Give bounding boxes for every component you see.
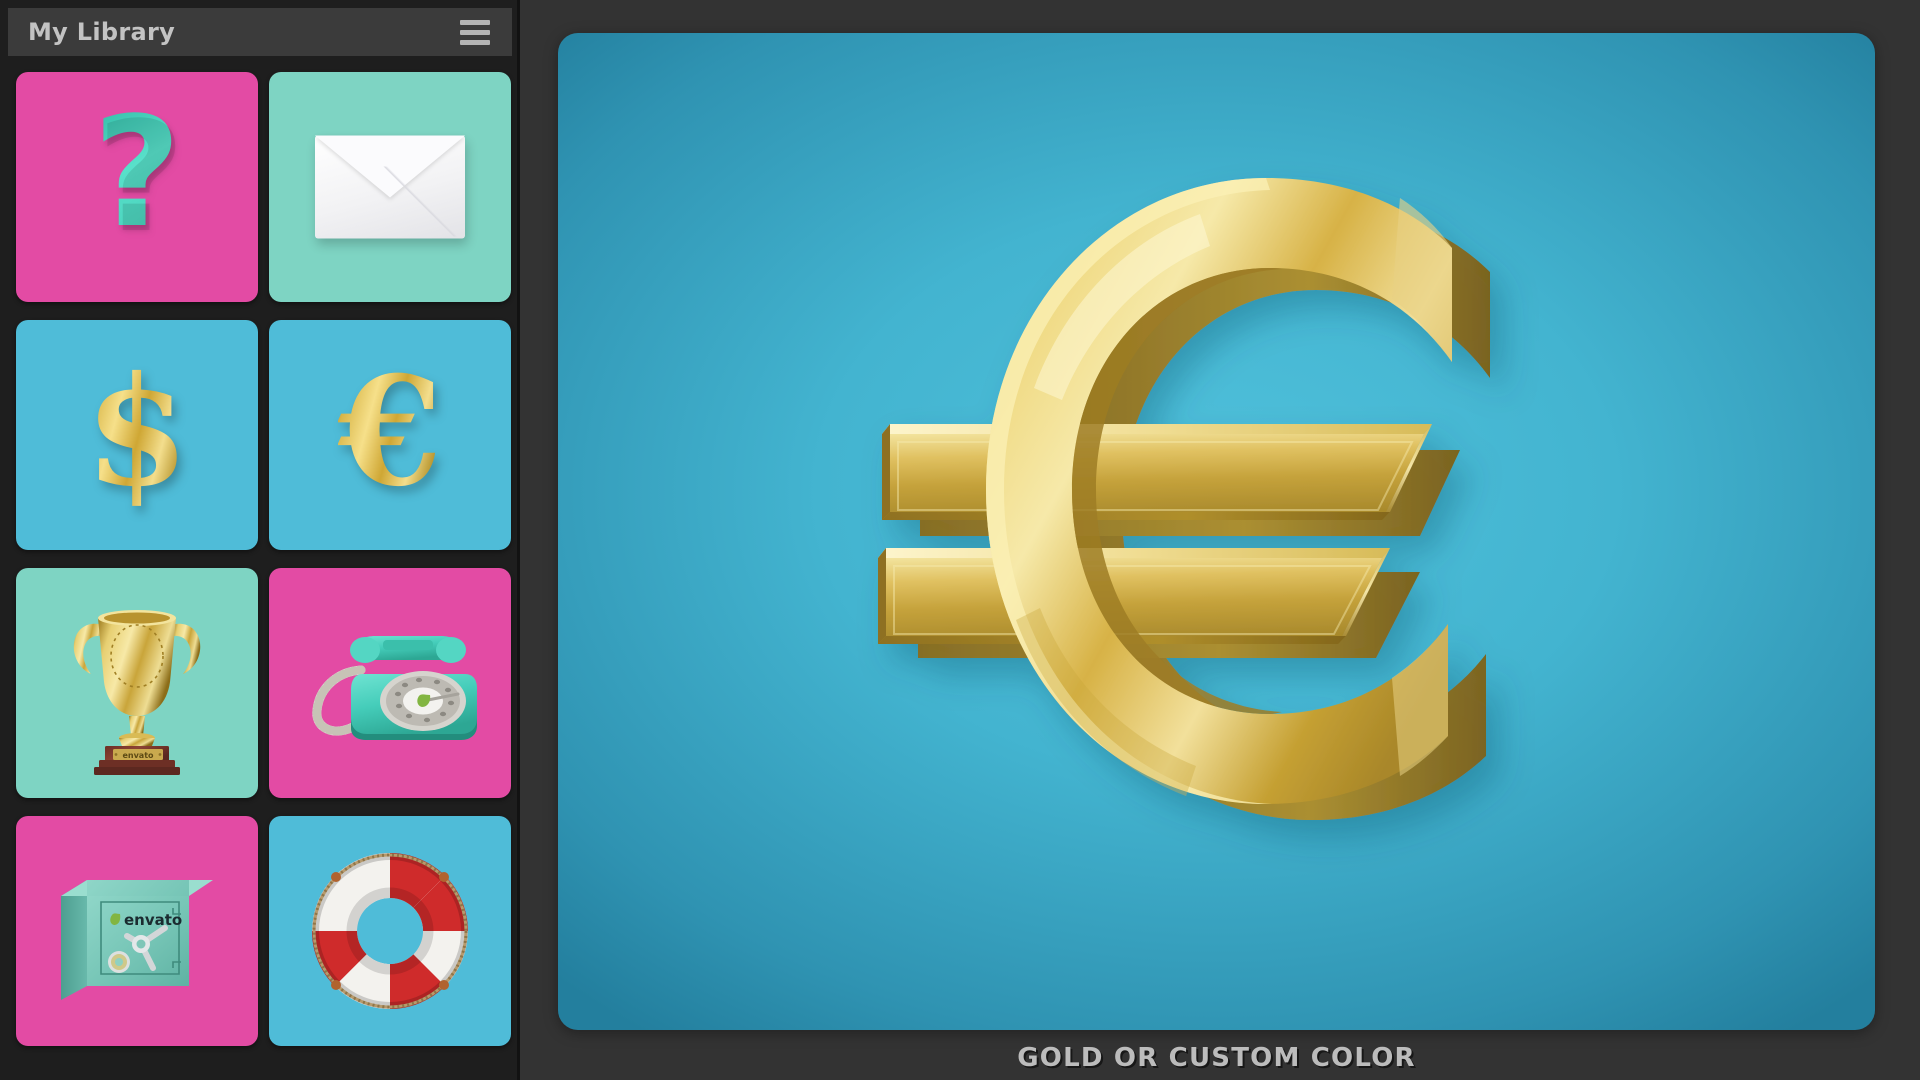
safe-thumbnail[interactable]: envato	[16, 816, 258, 1046]
trophy-icon: envato	[73, 610, 201, 775]
question-mark-thumbnail[interactable]: ?	[16, 72, 258, 302]
application-window: My Library ? $ € envato envato GOLD OR C…	[0, 0, 1920, 1080]
hamburger-bar	[460, 19, 490, 25]
dollar-sign-thumbnail[interactable]: $	[16, 320, 258, 550]
dollar-sign-icon: $	[84, 344, 190, 520]
page-title: My Library	[28, 18, 176, 46]
safe-brand-label: envato	[124, 911, 182, 929]
life-ring-icon	[311, 853, 468, 1009]
question-mark-icon: ?	[92, 84, 182, 262]
trophy-thumbnail[interactable]: envato	[16, 568, 258, 798]
hamburger-bar	[460, 29, 490, 35]
euro-sign-thumbnail[interactable]: €	[269, 320, 511, 550]
life-ring-thumbnail[interactable]	[269, 816, 511, 1046]
hamburger-bar	[460, 39, 490, 45]
preview-stage	[558, 33, 1875, 1030]
preview-panel[interactable]	[558, 33, 1875, 1030]
euro-sign-icon: €	[337, 344, 443, 520]
euro-sign-3d-graphic	[877, 177, 1490, 820]
thumbnail-grid: ? $ € envato envato	[0, 64, 517, 1080]
envelope-icon	[315, 135, 465, 239]
library-sidebar: My Library ? $ € envato envato	[0, 0, 520, 1080]
envelope-thumbnail[interactable]	[269, 72, 511, 302]
telephone-thumbnail[interactable]	[269, 568, 511, 798]
trophy-nameplate-label: envato	[122, 751, 154, 760]
hamburger-menu-icon[interactable]	[456, 16, 494, 49]
sidebar-header: My Library	[8, 8, 512, 56]
preview-area: GOLD OR CUSTOM COLOR	[520, 0, 1920, 1080]
preview-caption: GOLD OR CUSTOM COLOR	[1017, 1042, 1416, 1073]
telephone-icon	[312, 635, 477, 740]
safe-icon: envato	[61, 879, 213, 1000]
